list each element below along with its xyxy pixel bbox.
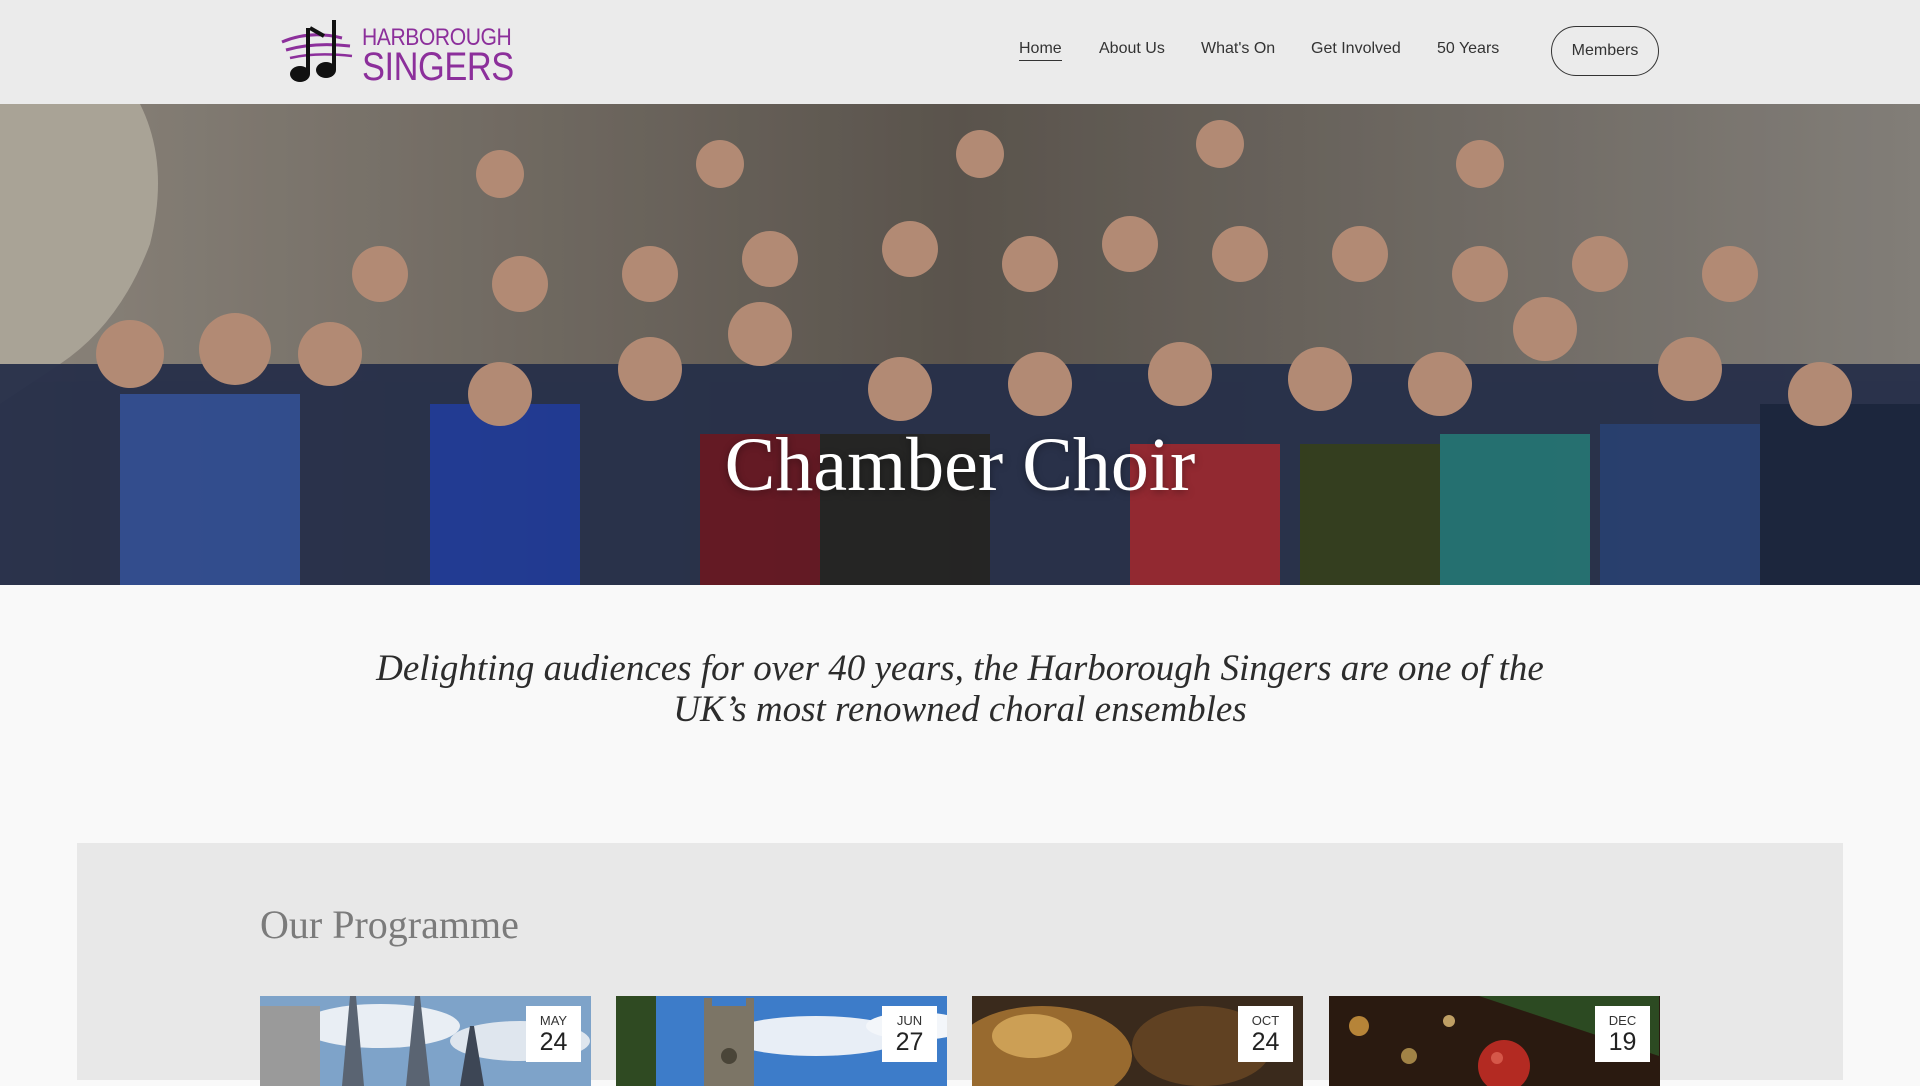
tagline-line-1: Delighting audiences for over 40 years, …: [376, 648, 1544, 689]
nav-50-years[interactable]: 50 Years: [1437, 40, 1499, 58]
event-month: DEC: [1608, 1013, 1637, 1028]
programme-title: Our Programme: [260, 902, 519, 947]
music-notes-icon: [281, 20, 353, 82]
nav-home[interactable]: Home: [1019, 40, 1062, 61]
event-month: OCT: [1251, 1013, 1280, 1028]
tagline: Delighting audiences for over 40 years, …: [0, 648, 1920, 730]
choir-group-photo: [0, 104, 1920, 585]
nav-get-involved[interactable]: Get Involved: [1311, 40, 1401, 58]
event-month: MAY: [539, 1013, 568, 1028]
event-card[interactable]: OCT 24: [972, 996, 1303, 1086]
members-button[interactable]: Members: [1551, 26, 1659, 76]
date-badge: DEC 19: [1595, 1006, 1650, 1062]
event-card[interactable]: JUN 27: [616, 996, 947, 1086]
date-badge: JUN 27: [882, 1006, 937, 1062]
event-card[interactable]: MAY 24: [260, 996, 591, 1086]
hero-title: Chamber Choir: [724, 423, 1196, 507]
logo-text-singers: SINGERS: [362, 45, 514, 89]
site-header: HARBOROUGH SINGERS Home About Us What's …: [0, 0, 1920, 104]
date-badge: MAY 24: [526, 1006, 581, 1062]
event-day: 27: [895, 1028, 924, 1056]
event-day: 19: [1608, 1028, 1637, 1056]
hero-banner: Chamber Choir: [0, 104, 1920, 585]
event-day: 24: [539, 1028, 568, 1056]
event-month: JUN: [896, 1013, 923, 1028]
site-logo[interactable]: HARBOROUGH SINGERS: [280, 16, 520, 89]
event-day: 24: [1251, 1028, 1280, 1056]
tagline-line-2: UK’s most renowned choral ensembles: [673, 689, 1247, 730]
nav-about-us[interactable]: About Us: [1099, 40, 1165, 58]
nav-whats-on[interactable]: What's On: [1201, 40, 1275, 58]
date-badge: OCT 24: [1238, 1006, 1293, 1062]
programme-section: Our Programme MAY 24 JUN 27 OCT 24 DEC 1…: [77, 843, 1843, 1086]
event-card[interactable]: DEC 19: [1329, 996, 1660, 1086]
